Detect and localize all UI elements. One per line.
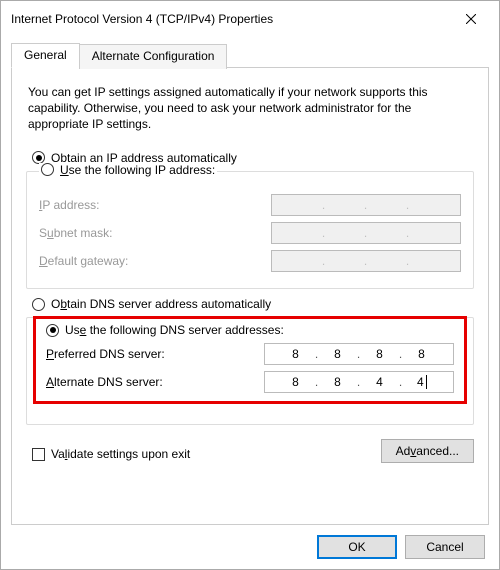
octet: 8	[279, 375, 313, 389]
radio-icon	[41, 163, 54, 176]
client-area: General Alternate Configuration You can …	[1, 37, 499, 569]
field-default-gateway: Default gateway: ...	[39, 250, 461, 272]
advanced-button[interactable]: Advanced...	[381, 439, 474, 463]
octet: 4	[363, 375, 397, 389]
tab-general[interactable]: General	[11, 43, 80, 68]
cancel-button[interactable]: Cancel	[405, 535, 485, 559]
field-ip-address: IP address: ...	[39, 194, 461, 216]
ip-address-label: IP address:	[39, 198, 100, 212]
subnet-mask-input: ...	[271, 222, 461, 244]
tab-alternate-configuration[interactable]: Alternate Configuration	[79, 44, 228, 69]
checkbox-validate-settings[interactable]: Validate settings upon exit	[32, 447, 190, 461]
default-gateway-input: ...	[271, 250, 461, 272]
subnet-mask-label: Subnet mask:	[39, 226, 112, 240]
field-subnet-mask: Subnet mask: ...	[39, 222, 461, 244]
tab-panel-general: You can get IP settings assigned automat…	[11, 67, 489, 525]
advanced-row: Validate settings upon exit Advanced...	[26, 439, 474, 463]
tab-strip: General Alternate Configuration	[11, 43, 489, 68]
octet: 8	[279, 347, 313, 361]
dns-manual-group: Use the following DNS server addresses: …	[26, 317, 474, 425]
alternate-dns-input[interactable]: 8. 8. 4. 4	[264, 371, 454, 393]
field-alternate-dns: Alternate DNS server: 8. 8. 4. 4	[46, 371, 454, 393]
window-title: Internet Protocol Version 4 (TCP/IPv4) P…	[11, 12, 273, 26]
text-caret	[426, 375, 427, 389]
radio-dns-auto[interactable]: Obtain DNS server address automatically	[32, 297, 474, 311]
preferred-dns-label: Preferred DNS server:	[46, 347, 165, 361]
ip-address-input: ...	[271, 194, 461, 216]
ip-manual-group: Use the following IP address: IP address…	[26, 171, 474, 290]
checkbox-icon	[32, 448, 45, 461]
default-gateway-label: Default gateway:	[39, 254, 128, 268]
octet: 8	[405, 347, 439, 361]
radio-ip-manual[interactable]: Use the following IP address:	[39, 163, 217, 177]
octet: 4	[405, 375, 439, 390]
titlebar: Internet Protocol Version 4 (TCP/IPv4) P…	[1, 1, 499, 37]
radio-dns-manual-label: Use the following DNS server addresses:	[65, 323, 284, 337]
octet: 8	[363, 347, 397, 361]
octet: 8	[321, 347, 355, 361]
preferred-dns-input[interactable]: 8. 8. 8. 8	[264, 343, 454, 365]
dialog-buttons: OK Cancel	[11, 525, 489, 559]
ok-button[interactable]: OK	[317, 535, 397, 559]
intro-text: You can get IP settings assigned automat…	[28, 84, 472, 133]
close-icon	[466, 14, 476, 24]
radio-icon	[32, 298, 45, 311]
alternate-dns-label: Alternate DNS server:	[46, 375, 163, 389]
dialog-window: Internet Protocol Version 4 (TCP/IPv4) P…	[0, 0, 500, 570]
radio-dns-auto-label: Obtain DNS server address automatically	[51, 297, 271, 311]
field-preferred-dns: Preferred DNS server: 8. 8. 8. 8	[46, 343, 454, 365]
radio-ip-manual-label: Use the following IP address:	[60, 163, 215, 177]
validate-label: Validate settings upon exit	[51, 447, 190, 461]
octet: 8	[321, 375, 355, 389]
radio-dns-manual[interactable]: Use the following DNS server addresses:	[46, 323, 454, 337]
highlight-box: Use the following DNS server addresses: …	[33, 316, 467, 404]
close-button[interactable]	[451, 7, 491, 31]
radio-icon	[46, 324, 59, 337]
